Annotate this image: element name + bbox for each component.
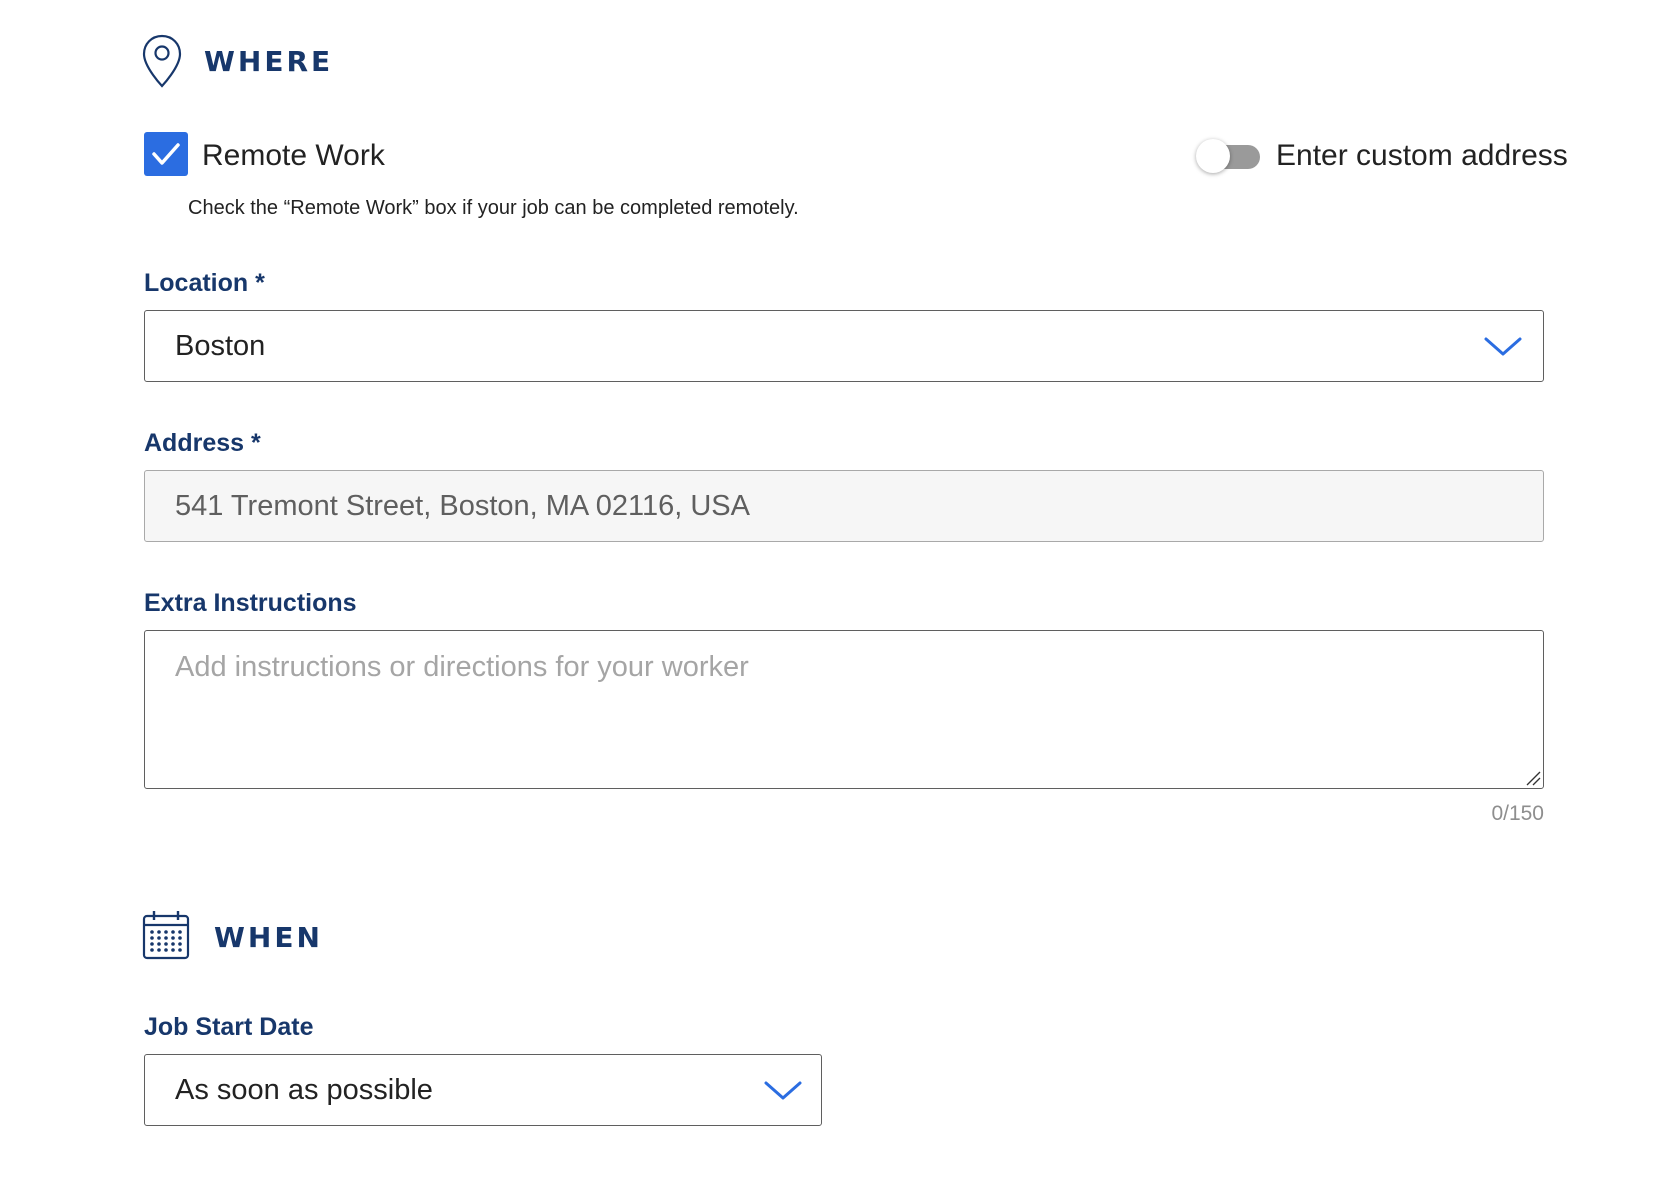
address-value: 541 Tremont Street, Boston, MA 02116, US… bbox=[175, 490, 750, 522]
location-pin-icon bbox=[142, 34, 182, 93]
checkmark-icon bbox=[152, 143, 180, 165]
resize-handle-icon[interactable] bbox=[1525, 770, 1541, 786]
remote-work-helper-text: Check the “Remote Work” box if your job … bbox=[188, 197, 799, 219]
address-label: Address * bbox=[144, 429, 261, 457]
custom-address-toggle[interactable] bbox=[1196, 139, 1260, 173]
where-section-header: WHERE bbox=[142, 34, 542, 90]
extra-instructions-placeholder: Add instructions or directions for your … bbox=[175, 651, 749, 683]
toggle-knob bbox=[1196, 139, 1230, 173]
chevron-down-icon bbox=[764, 1081, 802, 1100]
location-selected-value: Boston bbox=[175, 330, 266, 362]
chevron-down-icon bbox=[1484, 337, 1522, 356]
job-start-date-label: Job Start Date bbox=[144, 1013, 314, 1041]
remote-work-label[interactable]: Remote Work bbox=[202, 139, 385, 172]
location-label: Location * bbox=[144, 269, 265, 297]
custom-address-toggle-label[interactable]: Enter custom address bbox=[1276, 139, 1568, 172]
extra-instructions-label: Extra Instructions bbox=[144, 589, 357, 617]
job-start-date-selected-value: As soon as possible bbox=[175, 1074, 433, 1106]
when-section-title: WHEN bbox=[214, 921, 323, 954]
address-field: 541 Tremont Street, Boston, MA 02116, US… bbox=[144, 470, 1544, 542]
calendar-icon bbox=[142, 910, 190, 965]
where-section-title: WHERE bbox=[204, 45, 334, 78]
character-counter: 0/150 bbox=[1491, 802, 1544, 825]
extra-instructions-textarea[interactable]: Add instructions or directions for your … bbox=[144, 630, 1544, 789]
remote-work-checkbox[interactable] bbox=[144, 132, 188, 176]
job-start-date-select[interactable]: As soon as possible bbox=[144, 1054, 822, 1126]
when-section-header: WHEN bbox=[142, 910, 542, 964]
location-select[interactable]: Boston bbox=[144, 310, 1544, 382]
